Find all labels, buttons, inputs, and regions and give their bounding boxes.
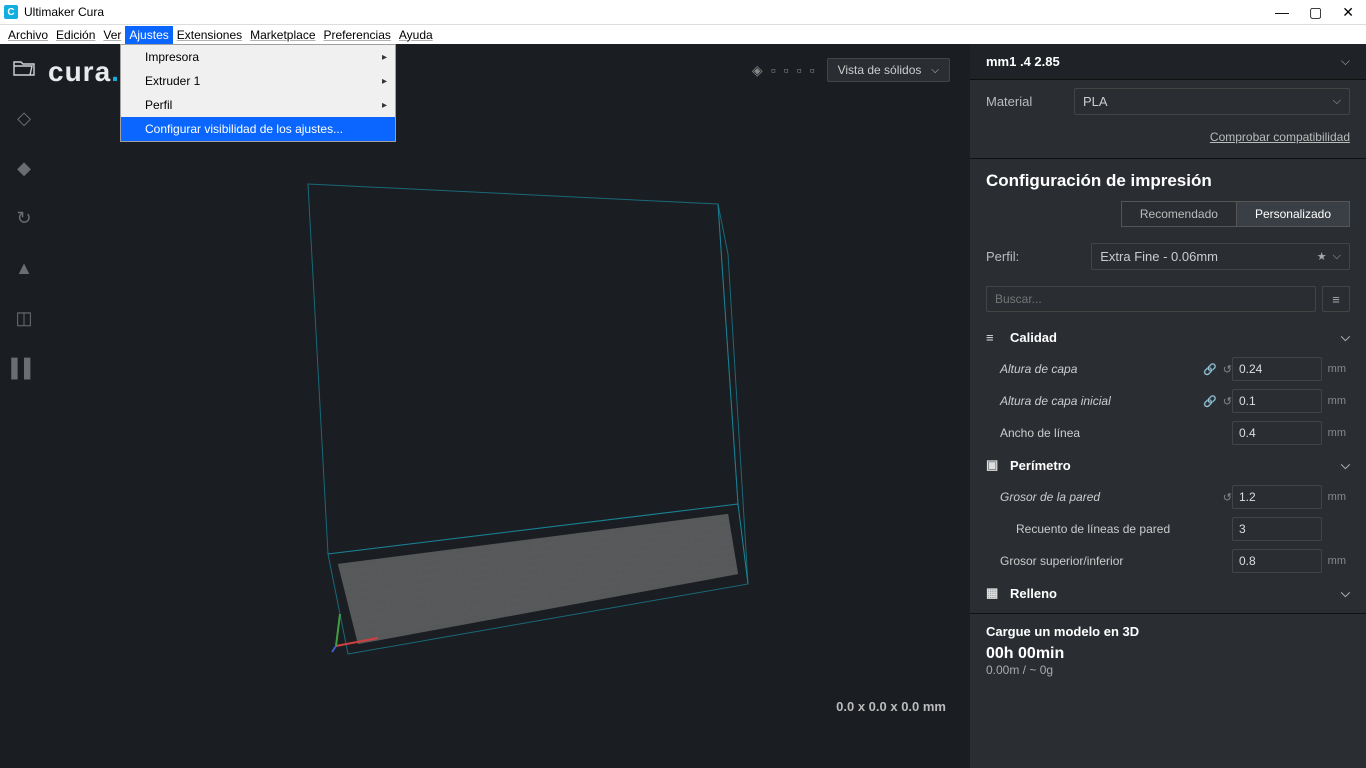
category-quality[interactable]: ≡ Calidad ⌵ <box>970 322 1366 353</box>
app-icon: C <box>4 5 18 19</box>
print-mass: 0.00m / ~ 0g <box>970 663 1366 689</box>
footer-panel: Cargue un modelo en 3D 00h 00min 0.00m /… <box>970 613 1366 689</box>
mirror-tool[interactable]: ▲ <box>6 250 42 286</box>
dropdown-extruder1[interactable]: Extruder 1▸ <box>121 69 395 93</box>
initial-layer-height-input[interactable] <box>1232 389 1322 413</box>
window-controls: — ▢ ✕ <box>1275 4 1362 21</box>
support-blocker-tool[interactable]: ▌▌ <box>6 350 42 386</box>
close-button[interactable]: ✕ <box>1342 4 1354 21</box>
perimeter-icon: ▣ <box>986 457 1010 473</box>
setting-top-bottom-thickness: Grosor superior/inferior <box>986 554 1232 568</box>
infill-icon: ▦ <box>986 585 1010 601</box>
chevron-down-icon: ⌵ <box>1341 54 1350 69</box>
profile-select[interactable]: Extra Fine - 0.06mm ★⌵ <box>1091 243 1350 270</box>
load-model-msg: Cargue un modelo en 3D <box>970 614 1366 645</box>
view-3d-icon[interactable]: ◈ <box>752 62 763 79</box>
reset-icon[interactable]: ↺ <box>1223 363 1232 376</box>
open-file-tool[interactable] <box>6 50 42 86</box>
view-left-icon[interactable]: ▫ <box>797 62 802 79</box>
material-label: Material <box>986 94 1062 109</box>
chevron-down-icon: ⌵ <box>1341 330 1350 345</box>
category-perimeter[interactable]: ▣ Perímetro ⌵ <box>970 449 1366 481</box>
setting-layer-height: Altura de capa <box>986 362 1203 376</box>
setting-wall-thickness: Grosor de la pared <box>986 490 1223 504</box>
view-top-icon[interactable]: ▫ <box>784 62 789 79</box>
wall-thickness-input[interactable] <box>1232 485 1322 509</box>
menu-ver[interactable]: Ver <box>99 26 125 44</box>
menubar: Archivo Edición Ver Ajustes Extensiones … <box>0 24 1366 44</box>
rotate-tool[interactable]: ↻ <box>6 200 42 236</box>
chevron-down-icon: ⌵ <box>931 65 939 76</box>
reset-icon[interactable]: ↺ <box>1223 491 1232 504</box>
reset-icon[interactable]: ↺ <box>1223 395 1232 408</box>
view-front-icon[interactable]: ▫ <box>771 62 776 79</box>
material-select[interactable]: PLA ⌵ <box>1074 88 1350 115</box>
titlebar: C Ultimaker Cura — ▢ ✕ <box>0 0 1366 24</box>
settings-panel: mm1 .4 2.85 ⌵ Material PLA ⌵ Comprobar c… <box>970 44 1366 768</box>
dropdown-configurar-visibilidad[interactable]: Configurar visibilidad de los ajustes... <box>121 117 395 141</box>
submenu-arrow-icon: ▸ <box>382 100 387 111</box>
print-config-title: Configuración de impresión <box>970 159 1366 201</box>
menu-extensiones[interactable]: Extensiones <box>173 26 246 44</box>
menu-marketplace[interactable]: Marketplace <box>246 26 319 44</box>
chevron-down-icon: ⌵ <box>1333 250 1341 263</box>
chevron-down-icon: ⌵ <box>1341 458 1350 473</box>
profile-label: Perfil: <box>986 249 1019 264</box>
category-infill[interactable]: ▦ Relleno ⌵ <box>970 577 1366 609</box>
maximize-button[interactable]: ▢ <box>1309 4 1322 21</box>
wall-line-count-input[interactable] <box>1232 517 1322 541</box>
dimensions-label: 0.0 x 0.0 x 0.0 mm <box>836 699 946 714</box>
menu-preferencias[interactable]: Preferencias <box>320 26 395 44</box>
quality-icon: ≡ <box>986 330 1010 345</box>
view-right-icon[interactable]: ▫ <box>810 62 815 79</box>
setting-initial-layer-height: Altura de capa inicial <box>986 394 1203 408</box>
link-icon[interactable]: 🔗 <box>1203 363 1217 376</box>
menu-ayuda[interactable]: Ayuda <box>395 26 437 44</box>
link-icon[interactable]: 🔗 <box>1203 395 1217 408</box>
custom-button[interactable]: Personalizado <box>1236 201 1350 227</box>
setting-wall-line-count: Recuento de líneas de pared <box>986 522 1232 536</box>
printer-name: mm1 .4 2.85 <box>986 54 1060 69</box>
ajustes-dropdown: Impresora▸ Extruder 1▸ Perfil▸ Configura… <box>120 44 396 142</box>
layer-height-input[interactable] <box>1232 357 1322 381</box>
per-model-tool[interactable]: ◫ <box>6 300 42 336</box>
scale-tool[interactable]: ◆ <box>6 150 42 186</box>
line-width-input[interactable] <box>1232 421 1322 445</box>
build-volume <box>268 144 808 664</box>
submenu-arrow-icon: ▸ <box>382 52 387 63</box>
recommended-button[interactable]: Recomendado <box>1121 201 1236 227</box>
chevron-down-icon: ⌵ <box>1341 586 1350 601</box>
setting-line-width: Ancho de línea <box>986 426 1232 440</box>
chevron-down-icon: ⌵ <box>1333 95 1341 108</box>
search-input[interactable] <box>986 286 1316 312</box>
printer-header[interactable]: mm1 .4 2.85 ⌵ <box>970 44 1366 80</box>
menu-ajustes[interactable]: Ajustes <box>125 26 172 44</box>
print-time: 00h 00min <box>970 645 1366 663</box>
dropdown-impresora[interactable]: Impresora▸ <box>121 45 395 69</box>
top-bottom-thickness-input[interactable] <box>1232 549 1322 573</box>
settings-visibility-button[interactable]: ≡ <box>1322 286 1350 312</box>
dropdown-perfil[interactable]: Perfil▸ <box>121 93 395 117</box>
app-title: Ultimaker Cura <box>24 5 1275 19</box>
star-icon: ★ <box>1317 250 1327 263</box>
menu-edicion[interactable]: Edición <box>52 26 99 44</box>
move-tool[interactable]: ◇ <box>6 100 42 136</box>
minimize-button[interactable]: — <box>1275 4 1289 21</box>
submenu-arrow-icon: ▸ <box>382 76 387 87</box>
menu-archivo[interactable]: Archivo <box>4 26 52 44</box>
compat-link[interactable]: Comprobar compatibilidad <box>1210 130 1350 144</box>
left-toolbar: ◇ ◆ ↻ ▲ ◫ ▌▌ <box>0 44 48 768</box>
viewport[interactable]: cura. ◈ ▫ ▫ ▫ ▫ Vista de sólidos ⌵ <box>48 44 970 768</box>
view-mode-select[interactable]: Vista de sólidos ⌵ <box>827 58 950 82</box>
view-orientation-icons: ◈ ▫ ▫ ▫ ▫ <box>752 62 815 79</box>
